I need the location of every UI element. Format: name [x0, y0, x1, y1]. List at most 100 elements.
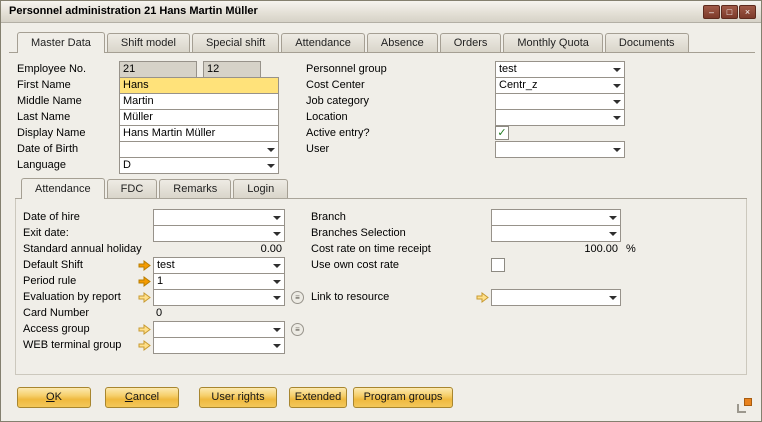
- tab-documents[interactable]: Documents: [605, 33, 689, 52]
- user-select[interactable]: [495, 141, 625, 158]
- main-tabstrip: Master Data Shift model Special shift At…: [9, 31, 755, 53]
- language-value: D: [123, 158, 131, 173]
- chevron-down-icon: [273, 264, 281, 268]
- branches-selection-label: Branches Selection: [311, 225, 476, 242]
- program-groups-button[interactable]: Program groups: [353, 387, 453, 408]
- ok-button[interactable]: OK: [17, 387, 91, 408]
- maximize-button[interactable]: □: [721, 5, 738, 19]
- evaluation-by-report-select[interactable]: [153, 289, 285, 306]
- cost-center-label: Cost Center: [306, 77, 491, 94]
- chevron-down-icon: [613, 84, 621, 88]
- card-number-input[interactable]: 0: [153, 305, 285, 322]
- subtab-fdc[interactable]: FDC: [107, 179, 158, 198]
- link-arrow-icon[interactable]: [138, 340, 151, 351]
- minimize-icon: –: [709, 7, 714, 17]
- exit-date-select[interactable]: [153, 225, 285, 242]
- location-select[interactable]: [495, 109, 625, 126]
- resize-grip-icon[interactable]: [737, 398, 752, 413]
- tab-orders[interactable]: Orders: [440, 33, 502, 52]
- user-rights-button[interactable]: User rights: [199, 387, 277, 408]
- display-name-input[interactable]: Hans Martin Müller: [119, 125, 279, 142]
- last-name-label: Last Name: [17, 109, 117, 126]
- minimize-button[interactable]: –: [703, 5, 720, 19]
- date-of-hire-label: Date of hire: [23, 209, 135, 226]
- link-arrow-icon[interactable]: [138, 324, 151, 335]
- chevron-down-icon: [273, 328, 281, 332]
- branches-selection-select[interactable]: [491, 225, 621, 242]
- chevron-down-icon: [613, 148, 621, 152]
- date-of-birth-label: Date of Birth: [17, 141, 117, 158]
- period-rule-label: Period rule: [23, 273, 135, 290]
- tab-attendance[interactable]: Attendance: [281, 33, 365, 52]
- personnel-administration-window: Personnel administration 21 Hans Martin …: [0, 0, 762, 422]
- default-shift-select[interactable]: test: [153, 257, 285, 274]
- tab-special-shift[interactable]: Special shift: [192, 33, 279, 52]
- chevron-down-icon: [267, 148, 275, 152]
- location-label: Location: [306, 109, 491, 126]
- chevron-down-icon: [609, 296, 617, 300]
- tab-absence[interactable]: Absence: [367, 33, 438, 52]
- personnel-group-value: test: [499, 62, 517, 77]
- middle-name-input[interactable]: Martin: [119, 93, 279, 110]
- language-label: Language: [17, 157, 117, 174]
- selection-list-icon[interactable]: ≡: [291, 291, 304, 304]
- language-select[interactable]: D: [119, 157, 279, 174]
- employee-no-label: Employee No.: [17, 61, 117, 78]
- tab-monthly-quota[interactable]: Monthly Quota: [503, 33, 603, 52]
- chevron-down-icon: [273, 296, 281, 300]
- evaluation-by-report-label: Evaluation by report: [23, 289, 135, 306]
- card-number-label: Card Number: [23, 305, 135, 322]
- default-shift-label: Default Shift: [23, 257, 135, 274]
- first-name-label: First Name: [17, 77, 117, 94]
- last-name-input[interactable]: Müller: [119, 109, 279, 126]
- link-arrow-icon[interactable]: [138, 292, 151, 303]
- link-arrow-icon[interactable]: [138, 260, 151, 271]
- subtab-attendance[interactable]: Attendance: [21, 178, 105, 199]
- cost-rate-unit: %: [626, 241, 641, 258]
- extended-button[interactable]: Extended: [289, 387, 347, 408]
- personnel-group-label: Personnel group: [306, 61, 491, 78]
- personnel-group-select[interactable]: test: [495, 61, 625, 78]
- tab-master-data[interactable]: Master Data: [17, 32, 105, 53]
- standard-annual-holiday-input[interactable]: 0.00: [153, 241, 285, 258]
- tab-shift-model[interactable]: Shift model: [107, 33, 190, 52]
- chevron-down-icon: [613, 100, 621, 104]
- cost-rate-label: Cost rate on time receipt: [311, 241, 476, 258]
- chevron-down-icon: [273, 216, 281, 220]
- web-terminal-group-select[interactable]: [153, 337, 285, 354]
- use-own-cost-rate-checkbox[interactable]: [491, 258, 505, 272]
- first-name-input[interactable]: Hans: [119, 77, 279, 94]
- chevron-down-icon: [609, 232, 617, 236]
- chevron-down-icon: [273, 344, 281, 348]
- link-to-resource-select[interactable]: [491, 289, 621, 306]
- cost-center-select[interactable]: Centr_z: [495, 77, 625, 94]
- default-shift-value: test: [157, 258, 175, 273]
- chevron-down-icon: [609, 216, 617, 220]
- display-name-label: Display Name: [17, 125, 117, 142]
- chevron-down-icon: [613, 116, 621, 120]
- period-rule-select[interactable]: 1: [153, 273, 285, 290]
- branch-select[interactable]: [491, 209, 621, 226]
- web-terminal-group-label: WEB terminal group: [23, 337, 135, 354]
- access-group-select[interactable]: [153, 321, 285, 338]
- middle-name-label: Middle Name: [17, 93, 117, 110]
- standard-annual-holiday-label: Standard annual holiday: [23, 241, 148, 258]
- titlebar[interactable]: Personnel administration 21 Hans Martin …: [1, 1, 761, 23]
- job-category-select[interactable]: [495, 93, 625, 110]
- subtab-login[interactable]: Login: [233, 179, 288, 198]
- cost-rate-input[interactable]: 100.00: [491, 241, 621, 258]
- link-arrow-icon[interactable]: [476, 292, 489, 303]
- user-label: User: [306, 141, 491, 158]
- date-of-hire-select[interactable]: [153, 209, 285, 226]
- date-of-birth-select[interactable]: [119, 141, 279, 158]
- active-entry-label: Active entry?: [306, 125, 491, 142]
- employee-no-field-2: 12: [203, 61, 261, 78]
- selection-list-icon[interactable]: ≡: [291, 323, 304, 336]
- sub-tabstrip: Attendance FDC Remarks Login: [15, 179, 747, 199]
- close-button[interactable]: ×: [739, 5, 756, 19]
- branch-label: Branch: [311, 209, 476, 226]
- cancel-button[interactable]: Cancel: [105, 387, 179, 408]
- link-arrow-icon[interactable]: [138, 276, 151, 287]
- active-entry-checkbox[interactable]: ✓: [495, 126, 509, 140]
- subtab-remarks[interactable]: Remarks: [159, 179, 231, 198]
